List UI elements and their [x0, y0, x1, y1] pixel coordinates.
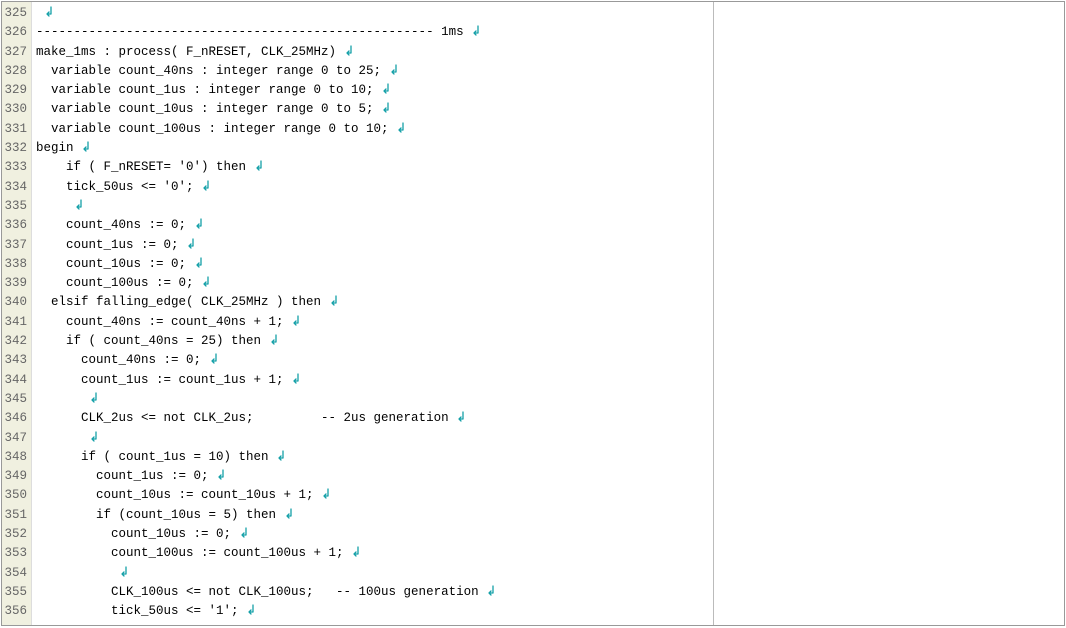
code-line: variable count_1us : integer range 0 to …	[36, 81, 711, 100]
eol-marker-icon	[186, 236, 196, 255]
eol-marker-icon	[119, 564, 129, 583]
side-pane	[714, 2, 1064, 625]
eol-marker-icon	[344, 43, 354, 62]
code-line: begin	[36, 139, 711, 158]
code-line: if ( F_nRESET= '0') then	[36, 158, 711, 177]
eol-marker-icon	[201, 178, 211, 197]
eol-marker-icon	[329, 293, 339, 312]
eol-marker-icon	[456, 409, 466, 428]
code-line: tick_50us <= '0';	[36, 178, 711, 197]
eol-marker-icon	[89, 429, 99, 448]
code-line: count_10us := count_10us + 1;	[36, 486, 711, 505]
code-line: variable count_40ns : integer range 0 to…	[36, 62, 711, 81]
eol-marker-icon	[291, 371, 301, 390]
code-line: count_40ns := 0;	[36, 351, 711, 370]
code-line: tick_50us <= '1';	[36, 602, 711, 621]
code-area[interactable]: ----------------------------------------…	[32, 2, 713, 625]
code-line: if ( count_1us = 10) then	[36, 448, 711, 467]
editor-container: 325 326 327 328 329 330 331 332 333 334 …	[1, 1, 1065, 626]
code-line: ----------------------------------------…	[36, 23, 711, 42]
eol-marker-icon	[194, 255, 204, 274]
eol-marker-icon	[254, 158, 264, 177]
code-line: CLK_2us <= not CLK_2us; -- 2us generatio…	[36, 409, 711, 428]
eol-marker-icon	[89, 390, 99, 409]
code-line: if (count_10us = 5) then	[36, 506, 711, 525]
code-line: count_10us := 0;	[36, 255, 711, 274]
code-line: count_1us := count_1us + 1;	[36, 371, 711, 390]
eol-marker-icon	[284, 506, 294, 525]
line-number-gutter: 325 326 327 328 329 330 331 332 333 334 …	[2, 2, 32, 625]
code-line: count_100us := count_100us + 1;	[36, 544, 711, 563]
eol-marker-icon	[269, 332, 279, 351]
eol-marker-icon	[351, 544, 361, 563]
eol-marker-icon	[74, 197, 84, 216]
eol-marker-icon	[389, 62, 399, 81]
code-line: variable count_10us : integer range 0 to…	[36, 100, 711, 119]
eol-marker-icon	[381, 81, 391, 100]
code-line: count_40ns := count_40ns + 1;	[36, 313, 711, 332]
eol-marker-icon	[81, 139, 91, 158]
eol-marker-icon	[321, 486, 331, 505]
code-line: if ( count_40ns = 25) then	[36, 332, 711, 351]
code-line: variable count_100us : integer range 0 t…	[36, 120, 711, 139]
code-line: make_1ms : process( F_nRESET, CLK_25MHz)	[36, 43, 711, 62]
eol-marker-icon	[471, 23, 481, 42]
code-line: count_100us := 0;	[36, 274, 711, 293]
eol-marker-icon	[194, 216, 204, 235]
code-line	[36, 564, 711, 583]
code-line	[36, 390, 711, 409]
eol-marker-icon	[486, 583, 496, 602]
code-line: CLK_100us <= not CLK_100us; -- 100us gen…	[36, 583, 711, 602]
code-pane: 325 326 327 328 329 330 331 332 333 334 …	[2, 2, 714, 625]
code-line: count_10us := 0;	[36, 525, 711, 544]
eol-marker-icon	[246, 602, 256, 621]
eol-marker-icon	[381, 100, 391, 119]
eol-marker-icon	[209, 351, 219, 370]
code-line: count_1us := 0;	[36, 467, 711, 486]
eol-marker-icon	[239, 525, 249, 544]
code-line	[36, 4, 711, 23]
code-line	[36, 429, 711, 448]
eol-marker-icon	[276, 448, 286, 467]
eol-marker-icon	[216, 467, 226, 486]
eol-marker-icon	[201, 274, 211, 293]
code-line: elsif falling_edge( CLK_25MHz ) then	[36, 293, 711, 312]
code-line: count_1us := 0;	[36, 236, 711, 255]
eol-marker-icon	[44, 4, 54, 23]
code-line: count_40ns := 0;	[36, 216, 711, 235]
eol-marker-icon	[291, 313, 301, 332]
code-line	[36, 197, 711, 216]
eol-marker-icon	[396, 120, 406, 139]
